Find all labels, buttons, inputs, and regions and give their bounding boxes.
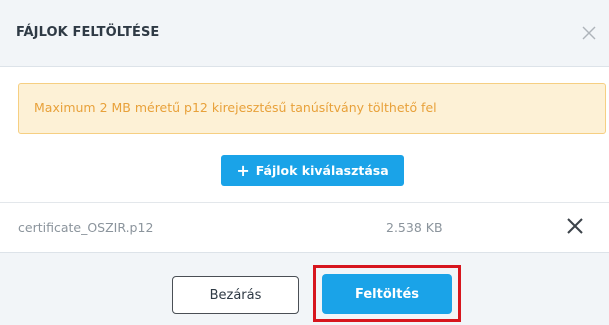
- remove-file-icon[interactable]: [566, 217, 584, 235]
- upload-dialog: FÁJLOK FELTÖLTÉSE Maximum 2 MB méretű p1…: [0, 0, 609, 325]
- alert-text: Maximum 2 MB méretű p12 kirejesztésű tan…: [34, 100, 437, 115]
- close-icon[interactable]: [579, 23, 599, 43]
- select-files-button[interactable]: + Fájlok kiválasztása: [221, 155, 404, 186]
- plus-icon: +: [236, 160, 250, 180]
- file-name: certificate_OSZIR.p12: [18, 220, 154, 235]
- file-row: certificate_OSZIR.p12 2.538 KB: [0, 202, 609, 252]
- dialog-footer: [0, 252, 609, 325]
- dialog-title: FÁJLOK FELTÖLTÉSE: [16, 25, 160, 40]
- dialog-header: FÁJLOK FELTÖLTÉSE: [0, 0, 609, 67]
- upload-button[interactable]: Feltöltés: [322, 274, 452, 314]
- close-button[interactable]: Bezárás: [172, 276, 299, 314]
- select-files-label: Fájlok kiválasztása: [255, 163, 389, 178]
- file-size: 2.538 KB: [386, 220, 443, 235]
- size-limit-alert: Maximum 2 MB méretű p12 kirejesztésű tan…: [18, 83, 606, 134]
